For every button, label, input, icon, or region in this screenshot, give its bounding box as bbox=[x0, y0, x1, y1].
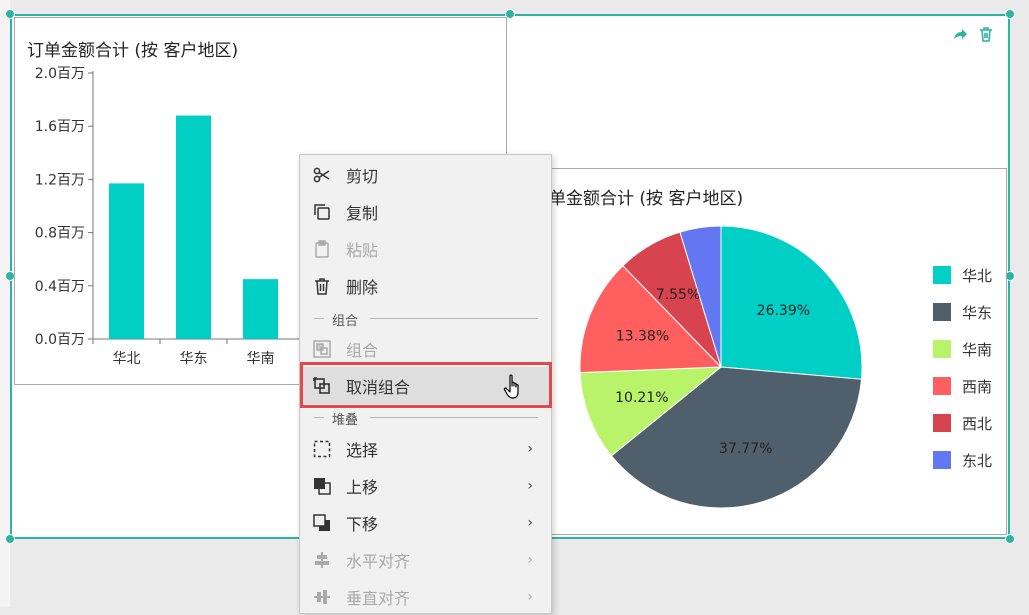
chevron-right-icon: › bbox=[527, 551, 533, 568]
menu-item-label: 垂直对齐 bbox=[346, 588, 411, 608]
menu-item-bring-forward[interactable]: 上移 › bbox=[300, 467, 551, 504]
pie-data-label: 13.38% bbox=[616, 329, 669, 345]
pie-data-label: 26.39% bbox=[757, 303, 810, 319]
resize-handle-bottom-right[interactable] bbox=[1005, 534, 1015, 544]
bar bbox=[243, 279, 278, 339]
menu-section-label: 组合 bbox=[330, 310, 361, 329]
legend-swatch bbox=[933, 377, 951, 395]
align-vertical-icon bbox=[313, 588, 331, 606]
pie-chart-plot: 26.39% 37.77% 10.21% 13.38% 7.55% 华北华东华南西南西北东… bbox=[579, 225, 992, 509]
y-tick-label: 0.4百万 bbox=[35, 279, 85, 295]
hand-pointer-icon bbox=[503, 374, 525, 406]
y-tick-label: 0.8百万 bbox=[35, 226, 85, 242]
x-tick-label: 华东 bbox=[180, 351, 208, 367]
menu-section-label: 堆叠 bbox=[330, 409, 361, 428]
y-tick-label: 1.6百万 bbox=[35, 119, 85, 135]
legend-label: 华北 bbox=[962, 267, 992, 285]
select-icon bbox=[313, 440, 331, 458]
chevron-right-icon: › bbox=[527, 440, 533, 457]
frame-toolbar bbox=[952, 26, 994, 42]
menu-item-copy[interactable]: 复制 bbox=[300, 193, 551, 230]
menu-item-label: 选择 bbox=[346, 440, 379, 460]
pie-data-label: 37.77% bbox=[719, 441, 772, 457]
menu-item-label: 上移 bbox=[346, 477, 379, 497]
ungroup-icon bbox=[313, 376, 331, 395]
menu-item-select[interactable]: 选择 › bbox=[300, 430, 551, 467]
share-icon[interactable] bbox=[952, 26, 968, 42]
menu-section-stack: 堆叠 bbox=[314, 409, 538, 428]
menu-item-group[interactable]: 组合 bbox=[300, 330, 551, 367]
x-tick-label: 华南 bbox=[247, 351, 275, 367]
y-tick-label: 2.0百万 bbox=[35, 66, 85, 82]
legend-label: 西南 bbox=[962, 378, 992, 396]
legend-swatch bbox=[933, 303, 951, 321]
legend-swatch bbox=[933, 451, 951, 469]
trash-icon bbox=[313, 277, 331, 295]
menu-item-delete[interactable]: 删除 bbox=[300, 267, 551, 304]
menu-item-align-vertical[interactable]: 垂直对齐 › bbox=[300, 578, 551, 615]
bring-forward-icon bbox=[313, 477, 331, 495]
align-horizontal-icon bbox=[313, 551, 331, 569]
canvas-left-strip bbox=[0, 0, 10, 607]
chevron-right-icon: › bbox=[527, 514, 533, 531]
menu-item-label: 剪切 bbox=[346, 166, 379, 186]
pie-data-label: 10.21% bbox=[615, 390, 668, 406]
legend-label: 西北 bbox=[962, 415, 992, 433]
y-tick-label: 1.2百万 bbox=[35, 172, 85, 188]
send-backward-icon bbox=[313, 513, 331, 532]
legend-label: 华东 bbox=[962, 304, 992, 322]
menu-item-paste[interactable]: 粘贴 bbox=[300, 230, 551, 267]
pie-data-label: 7.55% bbox=[656, 287, 700, 303]
bar bbox=[176, 115, 211, 339]
clipboard-icon bbox=[313, 239, 331, 258]
menu-item-label: 取消组合 bbox=[346, 377, 411, 397]
legend-swatch bbox=[933, 414, 951, 432]
chevron-right-icon: › bbox=[527, 477, 533, 494]
menu-item-label: 删除 bbox=[346, 277, 379, 297]
resize-handle-bottom-left[interactable] bbox=[5, 534, 15, 544]
resize-handle-top-right[interactable] bbox=[1005, 9, 1015, 19]
copy-icon bbox=[313, 203, 331, 221]
legend-swatch bbox=[933, 340, 951, 358]
menu-item-cut[interactable]: 剪切 bbox=[300, 156, 551, 193]
menu-item-label: 粘贴 bbox=[346, 240, 379, 260]
trash-icon[interactable] bbox=[978, 26, 994, 42]
legend-label: 华南 bbox=[962, 341, 992, 359]
menu-section-group: 组合 bbox=[314, 310, 538, 329]
chevron-right-icon: › bbox=[527, 588, 533, 605]
menu-item-label: 组合 bbox=[346, 340, 379, 360]
menu-item-align-horizontal[interactable]: 水平对齐 › bbox=[300, 541, 551, 578]
bar bbox=[109, 183, 144, 339]
y-tick-label: 0.0百万 bbox=[35, 332, 85, 348]
menu-item-label: 水平对齐 bbox=[346, 551, 411, 571]
legend-label: 东北 bbox=[962, 452, 992, 470]
group-icon bbox=[313, 339, 331, 358]
menu-item-send-backward[interactable]: 下移 › bbox=[300, 504, 551, 541]
pie-chart-panel[interactable]: 单金额合计 (按 客户地区) 26.39% 37.77% 10.21% 13.38% 7… bbox=[498, 168, 1007, 535]
scissors-icon bbox=[313, 166, 331, 184]
x-tick-label: 华北 bbox=[113, 351, 141, 367]
menu-item-label: 下移 bbox=[346, 514, 379, 534]
legend-swatch bbox=[933, 266, 951, 284]
menu-item-label: 复制 bbox=[346, 203, 379, 223]
